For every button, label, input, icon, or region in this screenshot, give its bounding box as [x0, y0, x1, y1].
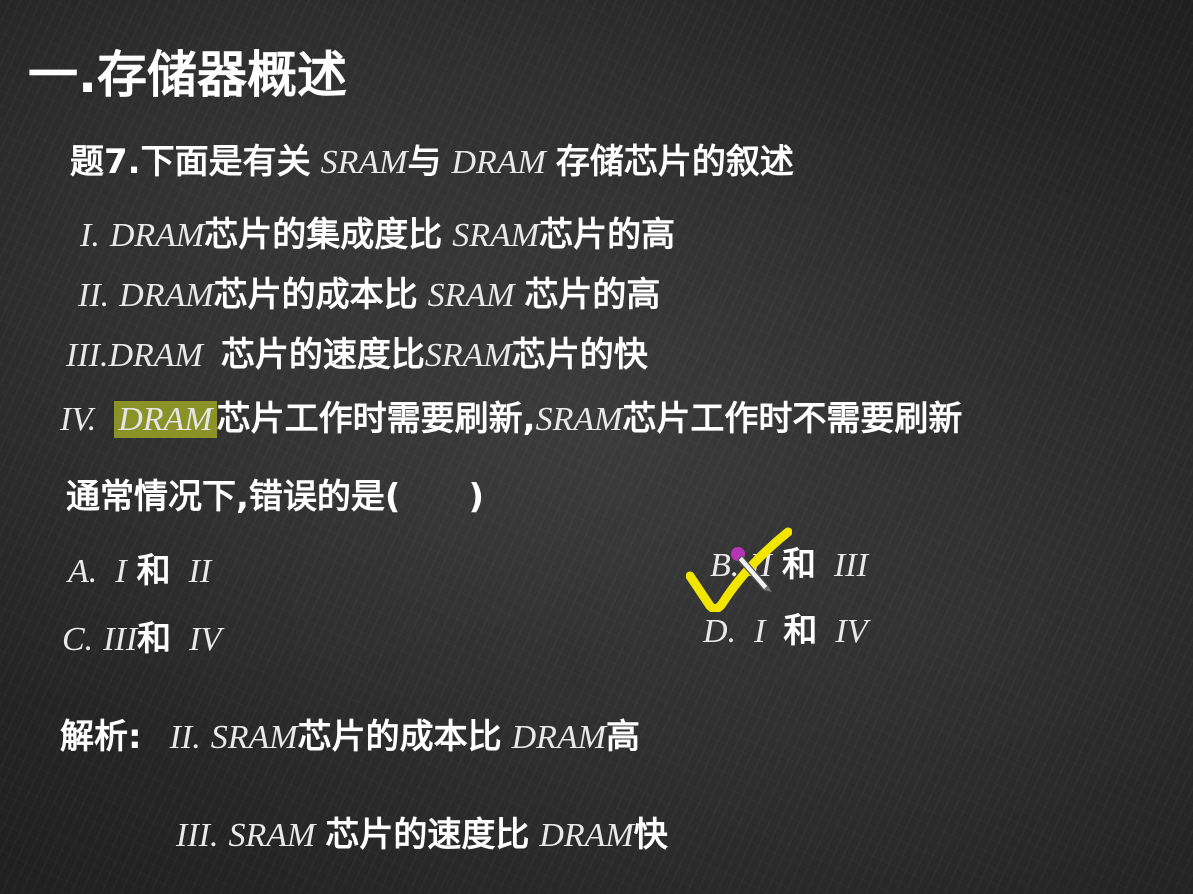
statement-3-mid: 芯片的速度比 — [220, 335, 425, 375]
analysis-2-end: 快 — [633, 815, 668, 855]
statement-1-mid: 芯片的集成度比 — [204, 215, 443, 255]
option-d-y: IV — [835, 613, 868, 650]
statement-4-num: IV. — [60, 401, 97, 438]
option-a-y: II — [188, 553, 212, 590]
statement-1-b: SRAM — [452, 217, 540, 254]
statement-2-a: DRAM — [119, 277, 214, 314]
option-a-and: 和 — [136, 551, 171, 591]
option-b-y: III — [833, 547, 868, 584]
analysis-label: 解析: — [60, 717, 142, 757]
option-c-letter: C. — [62, 621, 94, 658]
statement-4: IV. DRAM 芯片工作时需要刷新,SRAM芯片工作时不需要刷新 — [60, 399, 963, 439]
slide-title: 一.存储器概述 — [28, 50, 347, 100]
chalkboard-slide: 一.存储器概述 题7.下面是有关 SRAM与 DRAM 存储芯片的叙述 I. DRAM芯… — [0, 0, 1193, 894]
statement-2-end: 芯片的高 — [524, 275, 661, 315]
question-dram: DRAM — [451, 144, 546, 181]
analysis-1-num: II. — [169, 719, 201, 756]
pen-cursor-icon[interactable] — [724, 540, 778, 594]
option-a-letter: A. — [68, 553, 98, 590]
question-stem: 题7.下面是有关 SRAM与 DRAM 存储芯片的叙述 — [70, 145, 794, 180]
question-suffix: 存储芯片的叙述 — [555, 142, 794, 182]
option-a-x: I — [115, 553, 127, 590]
option-d-x: I — [754, 613, 766, 650]
question-sram: SRAM — [320, 144, 408, 181]
statement-3-b: SRAM — [424, 337, 512, 374]
statement-1-a: DRAM — [109, 217, 205, 254]
statement-2: II. DRAM芯片的成本比 SRAM 芯片的高 — [78, 278, 660, 313]
statement-4-a-highlighted: DRAM — [114, 401, 217, 438]
analysis-line-2: III. SRAM 芯片的速度比 DRAM快 — [176, 818, 668, 853]
analysis-1-mid: 芯片的成本比 — [297, 717, 502, 757]
statement-4-end: 芯片工作时不需要刷新 — [622, 399, 963, 439]
statement-2-num: II. — [78, 277, 110, 314]
option-c-x: III — [103, 621, 138, 658]
statement-2-b: SRAM — [427, 277, 515, 314]
analysis-1-a: SRAM — [210, 719, 298, 756]
option-c-y: IV — [189, 621, 222, 658]
option-d-and: 和 — [783, 611, 818, 651]
analysis-2-mid: 芯片的速度比 — [325, 815, 530, 855]
slide-title-text: 一.存储器概述 — [28, 46, 347, 104]
statement-3: III.DRAM 芯片的速度比SRAM芯片的快 — [66, 338, 648, 373]
option-c: C. III和 IV — [62, 622, 221, 657]
statement-3-a: DRAM — [108, 337, 203, 374]
question-prefix: 题7.下面是有关 — [70, 142, 311, 182]
option-d: D. I 和 IV — [703, 614, 867, 649]
statement-1: I. DRAM芯片的集成度比 SRAM芯片的高 — [80, 218, 675, 253]
question-prompt: 通常情况下,错误的是( ) — [66, 480, 484, 514]
analysis-2-b: DRAM — [539, 817, 634, 854]
question-conj: 与 — [407, 142, 442, 182]
option-c-and: 和 — [137, 619, 172, 659]
statement-2-mid: 芯片的成本比 — [213, 275, 418, 315]
option-d-letter: D. — [703, 613, 737, 650]
statement-4-b: SRAM — [535, 401, 623, 438]
analysis-1-b: DRAM — [511, 719, 607, 756]
statement-4-mid: 芯片工作时需要刷新, — [216, 399, 536, 439]
statement-3-end: 芯片的快 — [511, 335, 648, 375]
question-prompt-text: 通常情况下,错误的是( ) — [66, 477, 484, 517]
statement-1-num: I. — [80, 217, 100, 254]
analysis-2-num: III. — [176, 817, 219, 854]
analysis-line-1: 解析: II. SRAM芯片的成本比 DRAM高 — [60, 720, 640, 755]
analysis-1-end: 高 — [606, 717, 641, 757]
statement-3-num: III. — [66, 337, 109, 374]
statement-1-end: 芯片的高 — [539, 215, 676, 255]
analysis-2-a: SRAM — [228, 817, 316, 854]
option-a: A. I 和 II — [68, 554, 211, 589]
